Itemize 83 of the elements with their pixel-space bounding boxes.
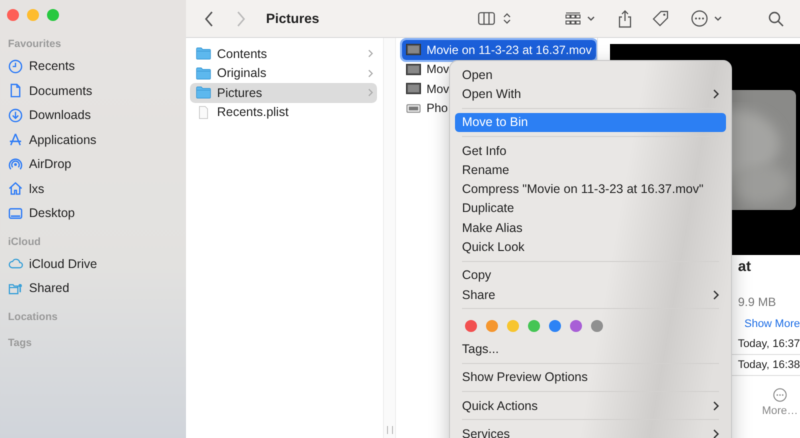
up-down-chevron-icon[interactable] xyxy=(501,12,513,25)
menu-item[interactable]: Share xyxy=(455,284,726,304)
sidebar-section-title: Tags xyxy=(7,336,33,350)
tag-color-dot[interactable] xyxy=(549,320,561,332)
folder-icon xyxy=(196,66,211,80)
file-row[interactable]: Recents.plist xyxy=(190,102,377,122)
file-row[interactable]: Contents xyxy=(190,44,377,64)
chevron-icon xyxy=(368,88,373,98)
airdrop-icon xyxy=(8,156,23,172)
video-thumbnail-icon xyxy=(406,43,422,56)
sidebar-item[interactable]: Desktop xyxy=(29,206,75,220)
sidebar-item[interactable]: AirDrop xyxy=(29,157,72,172)
dropdown-chevron-icon[interactable] xyxy=(713,14,723,22)
zoom-button[interactable] xyxy=(47,9,59,21)
desktop-icon xyxy=(8,206,23,221)
submenu-chevron-icon xyxy=(713,290,719,300)
video-thumbnail-icon xyxy=(406,82,422,96)
submenu-chevron-icon xyxy=(713,428,719,438)
apps-icon xyxy=(8,132,23,148)
menu-item[interactable]: Copy xyxy=(455,266,726,285)
file-row[interactable]: Mov xyxy=(402,79,454,98)
file-row[interactable]: Originals xyxy=(190,64,377,83)
folder-icon xyxy=(196,86,211,100)
menu-item[interactable]: Open xyxy=(455,65,726,84)
tag-color-dot[interactable] xyxy=(591,320,603,332)
cloud-icon xyxy=(8,256,23,272)
menu-item[interactable]: Open With xyxy=(455,84,726,104)
clock-icon xyxy=(8,58,23,74)
close-button[interactable] xyxy=(7,9,19,21)
file-row[interactable]: Pictures xyxy=(190,83,377,102)
tag-color-dot[interactable] xyxy=(507,320,519,332)
tag-color-dot[interactable] xyxy=(528,320,540,332)
document-icon xyxy=(196,106,211,119)
menu-item[interactable]: Compress "Movie on 11-3-23 at 16.37.mov" xyxy=(455,179,726,199)
ellipsis-icon[interactable] xyxy=(691,10,708,27)
menu-item[interactable]: Rename xyxy=(455,160,726,180)
sidebar-item[interactable]: iCloud Drive xyxy=(29,256,98,271)
home-icon xyxy=(8,181,23,196)
sidebar-section-title: iCloud xyxy=(7,236,42,250)
dropdown-chevron-icon[interactable] xyxy=(586,14,596,22)
sidebar-item[interactable]: Shared xyxy=(29,281,70,296)
grid-icon[interactable] xyxy=(565,12,581,26)
document-icon xyxy=(8,83,23,98)
tag-color-dot[interactable] xyxy=(570,320,582,332)
tag-color-dot[interactable] xyxy=(465,320,477,332)
folder-icon xyxy=(196,47,211,60)
menu-item[interactable]: Duplicate xyxy=(455,198,726,218)
back-icon[interactable] xyxy=(204,10,214,26)
menu-item[interactable]: Make Alias xyxy=(455,218,726,238)
tag-color-dot[interactable] xyxy=(486,320,498,332)
search-icon[interactable] xyxy=(768,10,784,26)
resize-handle[interactable] xyxy=(386,426,393,434)
menu-item[interactable]: Get Info xyxy=(455,140,726,160)
download-icon xyxy=(8,108,23,123)
submenu-chevron-icon xyxy=(713,400,719,410)
menu-item[interactable]: Quick Actions xyxy=(455,396,726,416)
menu-item[interactable]: Services xyxy=(455,424,726,438)
submenu-chevron-icon xyxy=(713,88,719,99)
sidebar-item[interactable]: Applications xyxy=(29,132,96,147)
file-row[interactable]: Movie on 11-3-23 at 16.37.mov xyxy=(402,40,596,60)
ellipsis-icon xyxy=(773,388,787,402)
sidebar-item[interactable]: Downloads xyxy=(29,108,91,122)
image-file-icon xyxy=(406,102,422,115)
sidebar-section-title: Favourites xyxy=(7,38,62,52)
tag-icon[interactable] xyxy=(652,10,669,27)
more-button[interactable]: More… xyxy=(760,388,800,417)
sidebar-item[interactable]: lxs xyxy=(29,182,44,196)
sidebar-item[interactable]: Documents xyxy=(29,84,92,98)
column-view-icon[interactable] xyxy=(478,12,495,25)
sidebar-section-title: Locations xyxy=(7,310,59,324)
sidebar-item[interactable]: Recents xyxy=(29,59,75,74)
file-row[interactable]: Pho xyxy=(402,98,452,118)
video-thumbnail-icon xyxy=(406,62,422,76)
preview-title: at xyxy=(737,259,752,277)
window-title: Pictures xyxy=(266,11,320,26)
show-more-link[interactable]: Show More xyxy=(744,318,800,330)
chevron-icon xyxy=(368,68,373,78)
file-size: 9.9 MB xyxy=(737,295,778,309)
share-icon[interactable] xyxy=(618,10,632,28)
chevron-icon xyxy=(368,49,373,58)
file-row[interactable]: Mov xyxy=(402,60,454,79)
menu-item[interactable]: Quick Look xyxy=(455,237,726,257)
menu-item[interactable]: Move to Bin xyxy=(455,112,726,132)
